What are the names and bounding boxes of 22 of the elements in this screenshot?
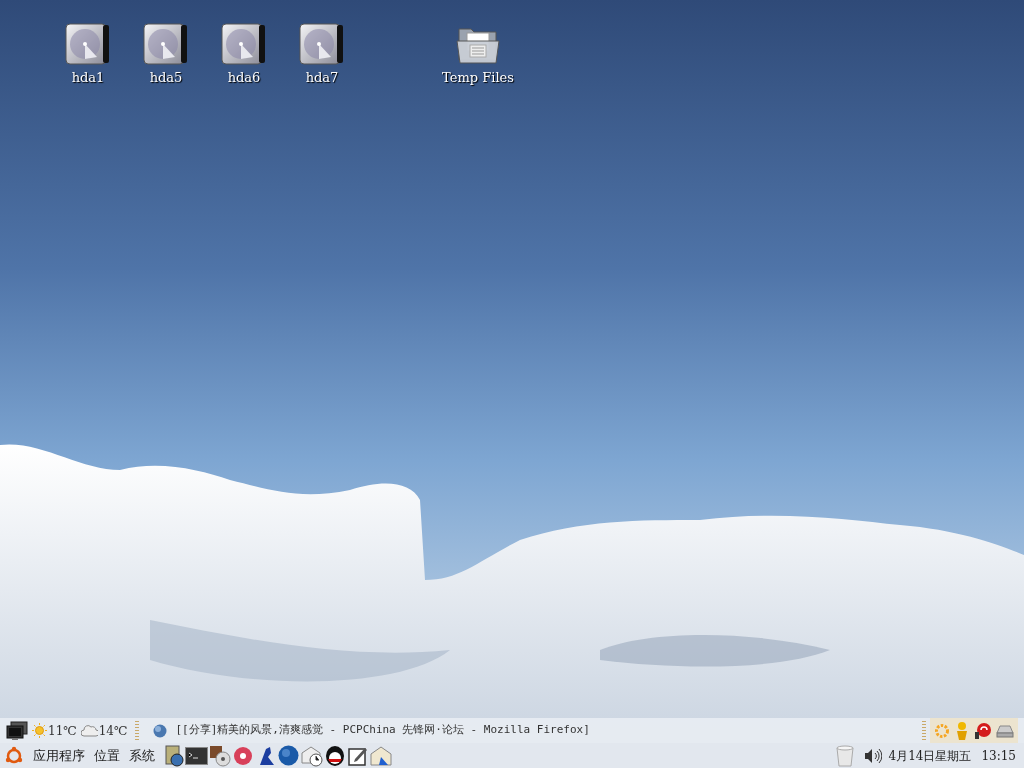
clock[interactable]: 4月14日星期五 13:15 (888, 746, 1020, 765)
panel-menu[interactable]: 位置 (90, 745, 124, 766)
panel-menu[interactable]: 应用程序 (29, 745, 89, 766)
terminal-icon[interactable] (185, 744, 208, 767)
globe-icon[interactable] (277, 744, 300, 767)
panel-menu[interactable]: 系统 (125, 745, 159, 766)
temperature-text: 14℃ (98, 722, 128, 740)
hard-drive-icon (65, 23, 111, 65)
cloud-icon (80, 724, 98, 737)
mail-clock-icon[interactable] (300, 744, 323, 767)
hard-drive-icon (299, 23, 345, 65)
sun-icon (32, 723, 47, 738)
monitor-icon[interactable] (6, 720, 28, 741)
disc-icon[interactable] (231, 744, 254, 767)
globe-icon (153, 723, 168, 738)
taskbar-window-button[interactable]: [[分享]精美的风景,清爽感觉 - PCPChina 先锋网·论坛 - Mozilla Firefox] (151, 719, 592, 742)
temperature-text: 11℃ (48, 722, 77, 740)
panel-handle (922, 720, 926, 741)
hard-drive-icon (143, 23, 189, 65)
speaker-icon[interactable] (863, 747, 882, 764)
computer-icon[interactable] (162, 744, 185, 767)
hard-drive-icon (221, 23, 267, 65)
